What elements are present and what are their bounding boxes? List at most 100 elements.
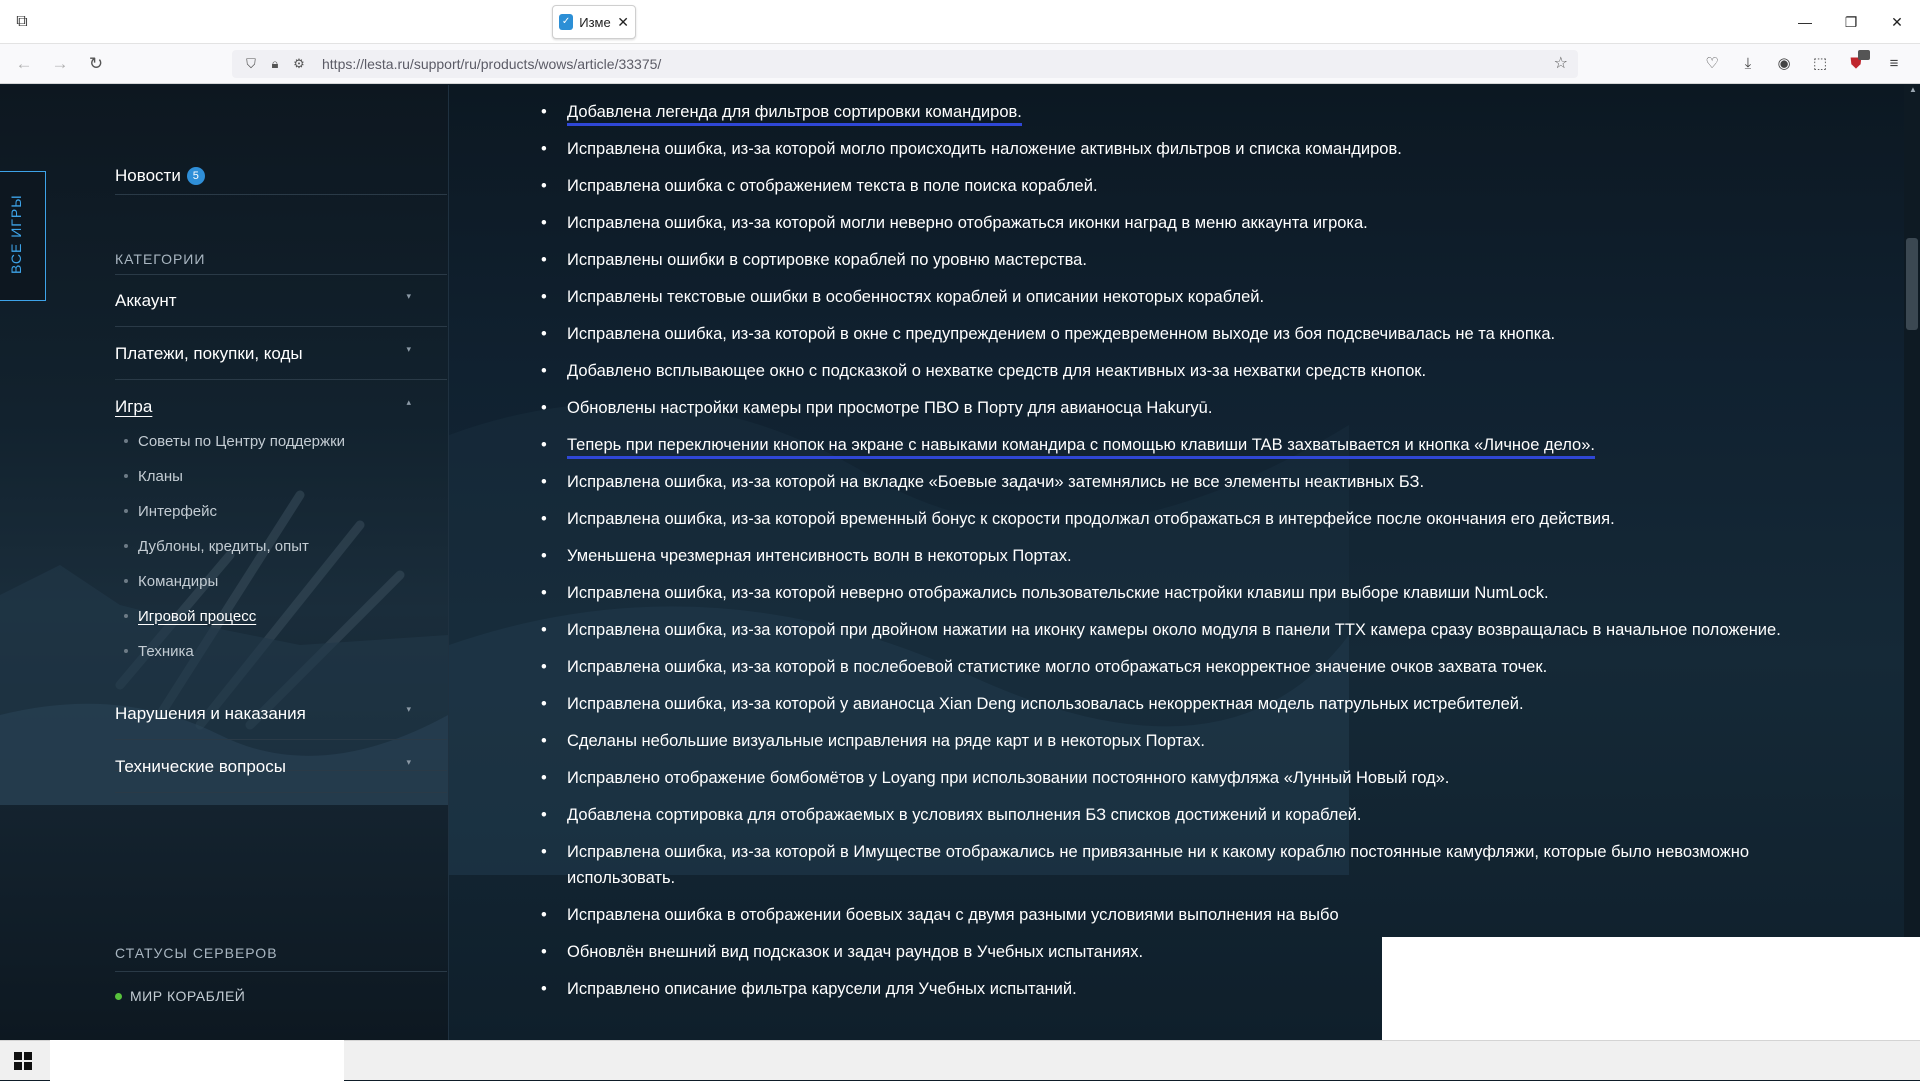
taskbar-search-area[interactable] — [50, 1040, 344, 1081]
page-scrollbar[interactable]: ▲ — [1904, 85, 1920, 1040]
forward-icon[interactable]: → — [48, 52, 72, 76]
list-item: Исправлено отображение бомбомётов у Loya… — [541, 765, 1861, 791]
minimize-icon[interactable]: — — [1782, 0, 1828, 44]
restore-icon[interactable]: ❐ — [1828, 0, 1874, 44]
divider — [115, 971, 447, 972]
list-item: Исправлены ошибки в сортировке кораблей … — [541, 247, 1861, 273]
address-bar[interactable]: ⛉ 🔒︎ ⚙︎ https://lesta.ru/support/ru/prod… — [232, 50, 1578, 78]
subitem-ships[interactable]: Техника — [124, 638, 194, 664]
subitem-clans[interactable]: Кланы — [124, 463, 183, 489]
category-label: Технические вопросы — [115, 757, 286, 776]
sidebar-item-violations[interactable]: Нарушения и наказания ▾ — [115, 688, 447, 740]
extensions-icon[interactable]: ⬚ — [1808, 52, 1832, 76]
pocket-icon[interactable]: ♡ — [1700, 52, 1724, 76]
tab-close-icon[interactable]: ✕ — [617, 14, 629, 31]
subitem-doubloons[interactable]: Дублоны, кредиты, опыт — [124, 533, 309, 559]
subitem-gameplay[interactable]: Игровой процесс — [124, 603, 256, 629]
lesta-favicon-icon: ✓ — [559, 14, 574, 30]
list-item: Исправлена ошибка, из-за которой могло п… — [541, 136, 1861, 162]
active-tab[interactable]: ✓ Изме ✕ — [552, 5, 636, 39]
tab-title: Изме — [579, 14, 611, 30]
sidebar-news-link[interactable]: Новости 5 — [115, 157, 447, 195]
account-icon[interactable]: ◉ — [1772, 52, 1796, 76]
server-status-heading: СТАТУСЫ СЕРВЕРОВ — [115, 945, 278, 961]
app-menu-icon[interactable]: ≡ — [1882, 52, 1906, 76]
bookmark-star-icon[interactable]: ☆ — [1554, 54, 1568, 74]
list-item: Уменьшена чрезмерная интенсивность волн … — [541, 543, 1861, 569]
chevron-down-icon: ▾ — [406, 757, 411, 767]
chevron-down-icon: ▾ — [406, 291, 411, 301]
server-status-item[interactable]: МИР КОРАБЛЕЙ — [115, 988, 245, 1004]
subitem-label: Советы по Центру поддержки — [138, 432, 346, 450]
subitem-label: Интерфейс — [138, 502, 218, 520]
subitem-commanders[interactable]: Командиры — [124, 568, 218, 594]
lock-icon[interactable]: 🔒︎ — [266, 54, 284, 74]
chevron-up-icon: ▴ — [406, 397, 411, 407]
list-item: Исправлена ошибка, из-за которой на вкла… — [541, 469, 1861, 495]
scroll-up-arrow-icon[interactable]: ▲ — [1906, 85, 1920, 99]
list-item: Исправлена ошибка, из-за которой могли н… — [541, 210, 1861, 236]
category-label: Платежи, покупки, коды — [115, 344, 303, 363]
list-item: Теперь при переключении кнопок на экране… — [541, 432, 1861, 459]
url-text[interactable]: https://lesta.ru/support/ru/products/wow… — [322, 56, 661, 72]
news-count-badge: 5 — [186, 166, 205, 185]
sidebar: ВСЕ ИГРЫ Новости 5 КАТЕГОРИИ Аккаунт ▾ П… — [0, 85, 448, 1040]
bullet — [124, 614, 128, 618]
list-item: Исправлена ошибка, из-за которой неверно… — [541, 580, 1861, 606]
category-label: Нарушения и наказания — [115, 704, 306, 723]
list-item: Исправлена ошибка, из-за которой при дво… — [541, 617, 1861, 643]
list-item: Добавлена сортировка для отображаемых в … — [541, 802, 1861, 828]
sidebar-item-tech-questions[interactable]: Технические вопросы ▾ — [115, 741, 447, 793]
web-page: ВСЕ ИГРЫ Новости 5 КАТЕГОРИИ Аккаунт ▾ П… — [0, 85, 1920, 1040]
list-item: Обновлены настройки камеры при просмотре… — [541, 395, 1861, 421]
list-item: Добавлено всплывающее окно с подсказкой … — [541, 358, 1861, 384]
list-item: Исправлена ошибка, из-за которой у авиан… — [541, 691, 1861, 717]
tracking-shield-icon[interactable]: ⛉ — [242, 54, 260, 74]
bullet — [124, 474, 128, 478]
download-icon[interactable]: ⤓ — [1736, 52, 1760, 76]
patch-notes-list: Добавлена легенда для фильтров сортировк… — [541, 99, 1861, 1013]
category-label: Аккаунт — [115, 291, 177, 310]
tab-overview-icon[interactable]: ⧉ — [12, 12, 32, 32]
category-label: Игра — [115, 397, 153, 416]
article-content: Добавлена легенда для фильтров сортировк… — [448, 85, 1920, 1040]
sidebar-item-payments[interactable]: Платежи, покупки, коды ▾ — [115, 328, 447, 380]
reload-icon[interactable]: ↻ — [84, 52, 108, 76]
news-label: Новости — [115, 165, 181, 185]
list-item: Сделаны небольшие визуальные исправления… — [541, 728, 1861, 754]
taskbar — [0, 1040, 1920, 1081]
all-games-label: ВСЕ ИГРЫ — [8, 194, 24, 274]
permissions-icon[interactable]: ⚙︎ — [290, 54, 308, 74]
subitem-interface[interactable]: Интерфейс — [124, 498, 217, 524]
chevron-down-icon: ▾ — [406, 344, 411, 354]
list-item: Исправлена ошибка, из-за которой временн… — [541, 506, 1861, 532]
subitem-label: Техника — [138, 642, 194, 660]
subitem-label: Командиры — [138, 572, 219, 590]
all-games-tab[interactable]: ВСЕ ИГРЫ — [0, 171, 46, 301]
browser-nav-bar: ← → ↻ ⛉ 🔒︎ ⚙︎ https://lesta.ru/support/r… — [0, 44, 1920, 84]
back-icon[interactable]: ← — [12, 52, 36, 76]
scrollbar-thumb[interactable] — [1906, 238, 1918, 330]
window-close-icon[interactable]: ✕ — [1874, 0, 1920, 44]
list-item: Исправлена ошибка с отображением текста … — [541, 173, 1861, 199]
list-item: Исправлена ошибка, из-за которой в после… — [541, 654, 1861, 680]
bullet — [124, 579, 128, 583]
server-name: МИР КОРАБЛЕЙ — [130, 988, 246, 1004]
windows-start-icon[interactable] — [14, 1052, 32, 1070]
online-status-icon — [115, 992, 122, 1000]
list-item: Исправлена ошибка, из-за которой в окне … — [541, 321, 1861, 347]
browser-tab-bar: ⧉ ✓ Изме ✕ — ❐ ✕ — [0, 0, 1920, 44]
sidebar-item-account[interactable]: Аккаунт ▾ — [115, 275, 447, 327]
list-item: Исправлены текстовые ошибки в особенност… — [541, 284, 1861, 310]
chevron-down-icon: ▾ — [406, 704, 411, 714]
bullet — [124, 649, 128, 653]
ublock-icon[interactable]: ⛊ — [1844, 50, 1870, 76]
list-item: Исправлена ошибка, из-за которой в Имуще… — [541, 839, 1861, 891]
list-item: Добавлена легенда для фильтров сортировк… — [541, 99, 1861, 126]
subitem-label: Дублоны, кредиты, опыт — [138, 537, 309, 555]
tab-strip — [40, 0, 1734, 43]
subitem-label: Игровой процесс — [138, 607, 257, 625]
bullet — [124, 544, 128, 548]
subitem-support-tips[interactable]: Советы по Центру поддержки — [124, 428, 345, 454]
bullet — [124, 439, 128, 443]
